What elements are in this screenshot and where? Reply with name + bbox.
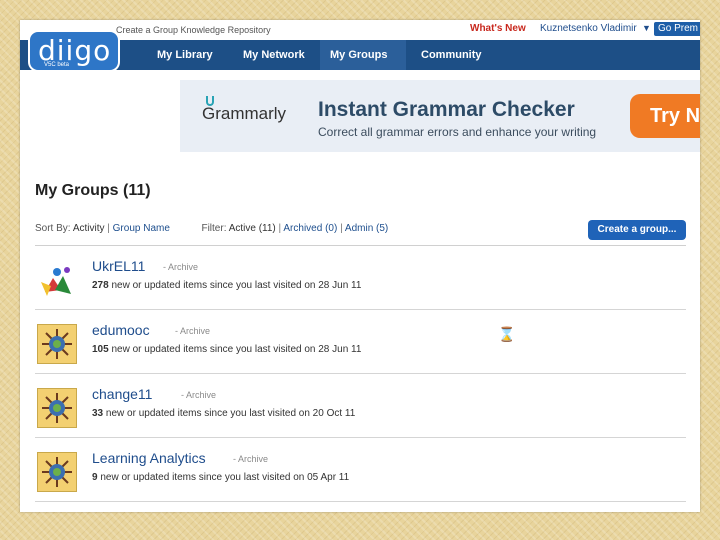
sort-activity[interactable]: Activity — [73, 223, 105, 234]
divider — [35, 245, 686, 246]
group-avatar-icon[interactable] — [37, 388, 77, 428]
diigo-logo[interactable]: diigo V5C beta — [28, 30, 120, 72]
create-group-button[interactable]: Create a group... — [588, 220, 686, 240]
sort-label: Sort By: — [35, 223, 71, 234]
group-activity-desc: new or updated items since you last visi… — [111, 344, 362, 355]
group-activity-text: 278 new or updated items since you last … — [92, 280, 361, 291]
sort-group-name-link[interactable]: Group Name — [113, 223, 170, 234]
ad-cta-button[interactable]: Try N — [630, 94, 700, 138]
filter-admin-link[interactable]: Admin (5) — [345, 223, 388, 234]
top-strip: Create a Group Knowledge Repository What… — [20, 20, 700, 40]
group-activity-text: 33 new or updated items since you last v… — [92, 408, 355, 419]
group-activity-text: 9 new or updated items since you last vi… — [92, 472, 349, 483]
group-archive-link[interactable]: - Archive — [181, 390, 216, 400]
ad-title: Instant Grammar Checker — [318, 98, 575, 121]
group-item-count: 278 — [92, 280, 109, 291]
group-item-count: 9 — [92, 472, 98, 483]
logo-subtext: V5C beta — [44, 62, 70, 68]
nav-community[interactable]: Community — [411, 40, 492, 70]
group-activity-desc: new or updated items since you last visi… — [100, 472, 350, 483]
main-navigation: My Library My Network My Groups Communit… — [20, 40, 700, 70]
sort-separator: | — [107, 223, 110, 234]
group-name-link[interactable]: Learning Analytics — [92, 450, 206, 466]
site-tagline: Create a Group Knowledge Repository — [116, 25, 271, 35]
sort-filter-bar: Sort By: Activity | Group Name Filter: A… — [35, 223, 389, 234]
group-avatar-icon[interactable] — [37, 452, 77, 492]
hourglass-icon: ⌛ — [498, 326, 516, 342]
user-menu[interactable]: Kuznetsenko Vladimir — [540, 23, 637, 34]
group-activity-desc: new or updated items since you last visi… — [105, 408, 356, 419]
group-row: change11 - Archive 33 new or updated ite… — [35, 378, 686, 438]
whats-new-link[interactable]: What's New — [470, 23, 526, 34]
group-name-link[interactable]: UkrEL11 — [92, 258, 145, 274]
group-name-link[interactable]: change11 — [92, 386, 152, 402]
ad-brand: Grammarly — [202, 104, 287, 123]
group-row: edumooc - Archive 105 new or updated ite… — [35, 314, 686, 374]
group-row: UkrEL11 - Archive 278 new or updated ite… — [35, 250, 686, 310]
go-premium-button[interactable]: Go Prem — [654, 22, 700, 36]
group-archive-link[interactable]: - Archive — [233, 454, 268, 464]
filter-label: Filter: — [201, 223, 227, 234]
group-item-count: 33 — [92, 408, 104, 419]
group-activity-text: 105 new or updated items since you last … — [92, 344, 361, 355]
group-row: Learning Analytics - Archive 9 new or up… — [35, 442, 686, 502]
group-name-link[interactable]: edumooc — [92, 322, 150, 338]
browser-screenshot: Create a Group Knowledge Repository What… — [20, 20, 700, 512]
group-archive-link[interactable]: - Archive — [163, 262, 198, 272]
filter-archived-link[interactable]: Archived (0) — [283, 223, 337, 234]
chevron-down-icon[interactable]: ▼ — [642, 23, 651, 33]
ad-subtitle: Correct all grammar errors and enhance y… — [318, 125, 597, 139]
grammarly-ad-banner[interactable]: Grammarly Instant Grammar Checker Correc… — [180, 80, 700, 152]
group-avatar-icon[interactable] — [37, 324, 77, 364]
nav-my-groups[interactable]: My Groups — [320, 40, 406, 70]
group-avatar-icon[interactable] — [37, 260, 77, 300]
group-archive-link[interactable]: - Archive — [175, 326, 210, 336]
group-activity-desc: new or updated items since you last visi… — [111, 280, 362, 291]
page-title: My Groups (11) — [35, 182, 151, 199]
group-item-count: 105 — [92, 344, 109, 355]
nav-my-network[interactable]: My Network — [233, 40, 315, 70]
nav-my-library[interactable]: My Library — [147, 40, 223, 70]
filter-active[interactable]: Active (11) — [229, 223, 276, 234]
